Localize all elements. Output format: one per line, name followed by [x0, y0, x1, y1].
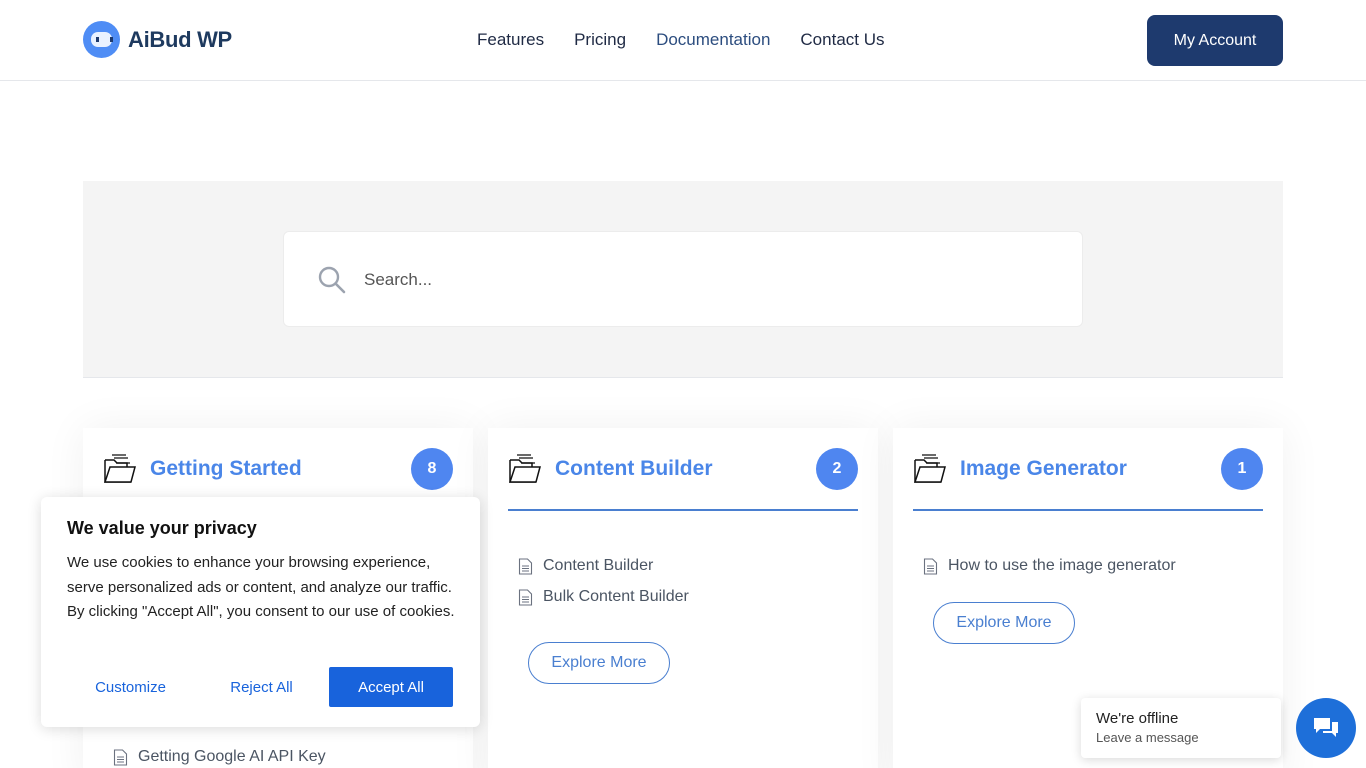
- robot-logo-icon: [83, 21, 120, 58]
- reject-all-button[interactable]: Reject All: [198, 667, 325, 707]
- folder-icon: [103, 454, 136, 483]
- chat-status: We're offline: [1096, 710, 1179, 727]
- site-header: AiBud WP Features Pricing Documentation …: [0, 0, 1366, 81]
- document-icon: [518, 557, 533, 575]
- explore-more-button[interactable]: Explore More: [933, 602, 1075, 644]
- article-count-badge: 2: [816, 448, 858, 490]
- cookie-text: We use cookies to enhance your browsing …: [67, 554, 455, 620]
- category-card-content-builder: Content Builder 2 Content Builder Bulk C…: [488, 428, 878, 768]
- main-nav: Features Pricing Documentation Contact U…: [477, 30, 885, 50]
- nav-contact-us[interactable]: Contact Us: [800, 30, 884, 50]
- article-link[interactable]: Bulk Content Builder: [518, 577, 689, 617]
- accept-all-button[interactable]: Accept All: [329, 667, 453, 707]
- document-icon: [113, 748, 128, 766]
- article-title[interactable]: Getting Google AI API Key: [138, 748, 326, 766]
- article-list: Content Builder Bulk Content Builder: [518, 546, 689, 617]
- card-header: Content Builder 2: [508, 448, 858, 511]
- article-title[interactable]: Bulk Content Builder: [543, 588, 689, 606]
- article-title[interactable]: How to use the image generator: [948, 557, 1176, 575]
- card-header: Image Generator 1: [913, 448, 1263, 511]
- search-icon: [318, 266, 346, 294]
- folder-icon: [913, 454, 946, 483]
- cookie-title: We value your privacy: [67, 518, 257, 538]
- document-icon: [923, 557, 938, 575]
- logo-text: AiBud WP: [128, 26, 232, 52]
- folder-icon: [508, 454, 541, 483]
- my-account-button[interactable]: My Account: [1147, 15, 1283, 66]
- article-list: How to use the image generator: [923, 546, 1176, 586]
- article-link[interactable]: How to use the image generator: [923, 546, 1176, 586]
- search-input[interactable]: [364, 260, 1054, 300]
- article-count-badge: 1: [1221, 448, 1263, 490]
- card-title[interactable]: Getting Started: [150, 457, 302, 481]
- cookie-consent-banner: We value your privacy We use cookies to …: [41, 497, 480, 727]
- card-title[interactable]: Content Builder: [555, 457, 713, 481]
- search-section: [83, 181, 1283, 378]
- nav-documentation[interactable]: Documentation: [656, 30, 770, 50]
- document-icon: [518, 588, 533, 606]
- chat-subtitle: Leave a message: [1096, 730, 1199, 745]
- chat-icon: [1314, 718, 1338, 737]
- site-logo[interactable]: AiBud WP: [83, 21, 232, 58]
- card-title[interactable]: Image Generator: [960, 457, 1127, 481]
- nav-pricing[interactable]: Pricing: [574, 30, 626, 50]
- article-title[interactable]: Content Builder: [543, 557, 653, 575]
- explore-more-button[interactable]: Explore More: [528, 642, 670, 684]
- chat-offline-bubble[interactable]: We're offline Leave a message: [1081, 698, 1281, 758]
- chat-launcher-button[interactable]: [1296, 698, 1356, 758]
- customize-button[interactable]: Customize: [67, 667, 194, 707]
- article-link[interactable]: Getting Google AI API Key: [113, 737, 326, 768]
- article-count-badge: 8: [411, 448, 453, 490]
- nav-features[interactable]: Features: [477, 30, 544, 50]
- search-box: [283, 231, 1083, 327]
